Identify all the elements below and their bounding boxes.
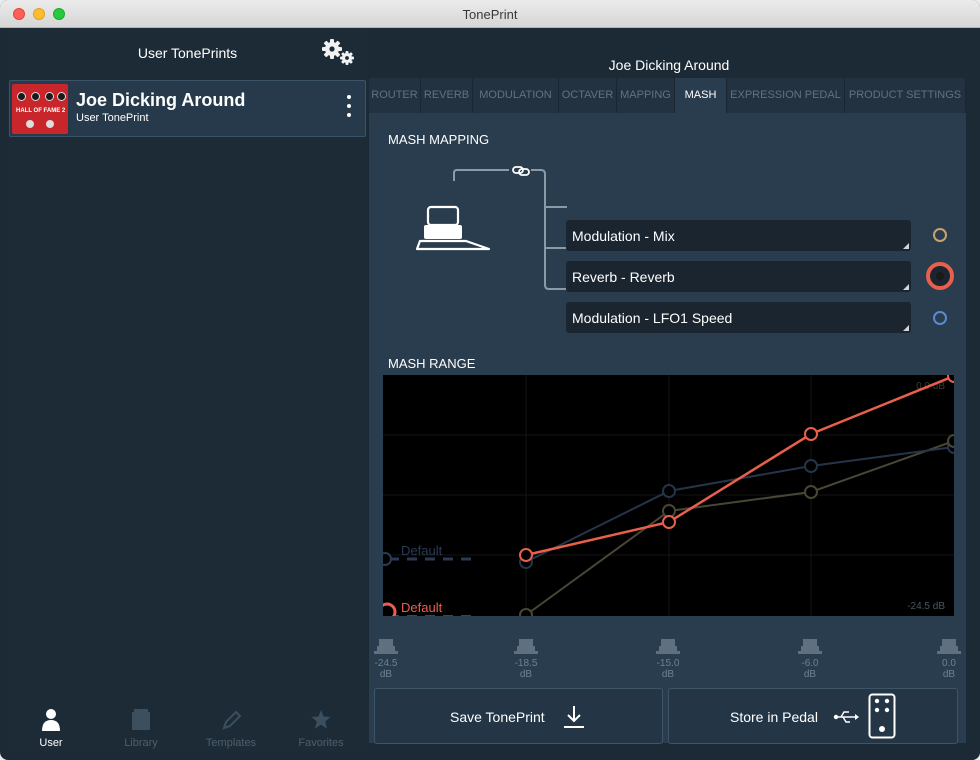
fader-value: -6.0: [801, 658, 819, 669]
settings-button[interactable]: [319, 38, 357, 68]
pedal-thumbnail: HALL OF FAME 2: [12, 84, 68, 134]
window-title: TonePrint: [462, 7, 518, 22]
graph-point: [662, 515, 676, 529]
toneprint-name: Joe Dicking Around: [76, 90, 246, 110]
graph-point: [383, 602, 397, 616]
fader-value: -24.5: [374, 658, 398, 669]
graph-point: [662, 484, 676, 498]
toneprint-subtitle: User TonePrint: [76, 112, 149, 124]
fader-position-3[interactable]: -15.0 dB: [648, 638, 688, 688]
bottom-nav: User Library Templates Favorites: [7, 698, 368, 752]
tab-expression-pedal[interactable]: EXPRESSION PEDAL: [727, 78, 845, 113]
graph-point: [804, 459, 818, 473]
store-in-pedal-label: Store in Pedal: [730, 709, 818, 725]
save-toneprint-label: Save TonePrint: [450, 709, 545, 725]
expression-pedal-icon: [415, 205, 491, 251]
mapping-row-modulation-lfo1-speed[interactable]: Modulation - LFO1 Speed: [566, 302, 911, 333]
preset-title: Joe Dicking Around: [608, 57, 730, 73]
tab-bar: ROUTER REVERB MODULATION OCTAVER MAPPING…: [369, 78, 980, 113]
mash-mapping-label: MASH MAPPING: [388, 132, 490, 147]
pedal-position-icon: [514, 639, 538, 654]
star-icon: [311, 710, 331, 729]
fader-unit: dB: [803, 669, 817, 680]
lfo-speed-color-selector[interactable]: [933, 311, 947, 325]
mash-range-graph[interactable]: 0.0 dB -24.5 dB Default Default: [383, 375, 954, 616]
tab-product-settings[interactable]: PRODUCT SETTINGS: [845, 78, 966, 113]
fader-value: -15.0: [656, 658, 680, 669]
tab-mash[interactable]: MASH: [675, 78, 727, 113]
pencil-icon: [222, 710, 242, 730]
graph-point: [383, 552, 392, 566]
pedal-position-icon: [937, 639, 961, 654]
fader-unit: dB: [519, 669, 533, 680]
mapping-row-label: Reverb - Reverb: [572, 269, 675, 285]
tab-reverb[interactable]: REVERB: [421, 78, 473, 113]
download-icon: [564, 706, 584, 728]
main-panel: Joe Dicking Around ROUTER REVERB MODULAT…: [369, 28, 980, 760]
pedal-device-icon: [868, 693, 896, 739]
reverb-color-selector[interactable]: [926, 262, 954, 290]
tab-router[interactable]: ROUTER: [369, 78, 421, 113]
nav-user[interactable]: User: [11, 704, 91, 750]
graph-bottom-value: -24.5 dB: [907, 601, 945, 612]
title-bar: TonePrint: [0, 0, 980, 28]
mash-range-label: MASH RANGE: [388, 356, 476, 371]
nav-templates-label: Templates: [205, 737, 257, 749]
fader-unit: dB: [942, 669, 956, 680]
link-icon[interactable]: [511, 164, 531, 178]
dropdown-corner-icon: [903, 243, 909, 249]
tab-modulation[interactable]: MODULATION: [473, 78, 559, 113]
thumbnail-logo-text: HALL OF FAME 2: [16, 108, 66, 114]
fader-position-1[interactable]: -24.5 dB: [366, 638, 406, 688]
dropdown-corner-icon: [903, 325, 909, 331]
mash-content: MASH MAPPING Modulation - Mix Reverb - R…: [369, 113, 966, 744]
user-icon: [42, 709, 60, 731]
nav-library-label: Library: [124, 737, 158, 749]
mapping-row-label: Modulation - LFO1 Speed: [572, 310, 733, 326]
graph-point: [804, 485, 818, 499]
save-toneprint-button[interactable]: Save TonePrint: [374, 688, 663, 744]
gears-icon: [322, 39, 354, 65]
fader-value: 0.0: [942, 658, 956, 669]
fader-row: -24.5 dB -18.5 dB -15.0 dB -6.0 dB 0.0 dB: [369, 638, 966, 688]
pedal-position-icon: [656, 639, 680, 654]
store-in-pedal-button[interactable]: Store in Pedal: [668, 688, 958, 744]
fader-value: -18.5: [514, 658, 538, 669]
pedal-position-icon: [798, 639, 822, 654]
nav-library[interactable]: Library: [101, 704, 181, 750]
pedal-position-icon: [374, 639, 398, 654]
nav-templates[interactable]: Templates: [191, 704, 271, 750]
tab-mapping[interactable]: MAPPING: [617, 78, 675, 113]
sidebar: User TonePrints HALL OF FAME 2 Joe Dicki…: [7, 28, 368, 752]
more-options-icon[interactable]: [345, 95, 353, 121]
graph-point: [519, 548, 533, 562]
toneprint-card[interactable]: HALL OF FAME 2 Joe Dicking Around User T…: [9, 80, 366, 137]
default-label-blue: Default: [401, 543, 443, 558]
fader-unit: dB: [661, 669, 675, 680]
nav-user-label: User: [39, 737, 63, 749]
graph-point: [519, 608, 533, 616]
app-window: TonePrint User TonePrints HALL OF FAME 2…: [0, 0, 980, 760]
mapping-row-label: Modulation - Mix: [572, 228, 675, 244]
graph-point: [947, 375, 954, 383]
sidebar-header: User TonePrints: [7, 28, 368, 78]
fader-position-2[interactable]: -18.5 dB: [506, 638, 546, 688]
mix-color-selector[interactable]: [933, 228, 947, 242]
fader-unit: dB: [379, 669, 393, 680]
dropdown-corner-icon: [903, 284, 909, 290]
mapping-row-reverb-reverb[interactable]: Reverb - Reverb: [566, 261, 911, 292]
graph-point: [947, 434, 954, 448]
nav-favorites[interactable]: Favorites: [281, 704, 361, 750]
tab-octaver[interactable]: OCTAVER: [559, 78, 617, 113]
mapping-row-modulation-mix[interactable]: Modulation - Mix: [566, 220, 911, 251]
usb-icon: [833, 711, 859, 723]
sidebar-title: User TonePrints: [137, 45, 238, 61]
graph-point: [804, 427, 818, 441]
library-icon: [132, 709, 150, 730]
nav-favorites-label: Favorites: [298, 737, 344, 749]
fader-position-4[interactable]: -6.0 dB: [790, 638, 830, 688]
default-label-red: Default: [401, 600, 443, 615]
fader-position-5[interactable]: 0.0 dB: [929, 638, 969, 688]
